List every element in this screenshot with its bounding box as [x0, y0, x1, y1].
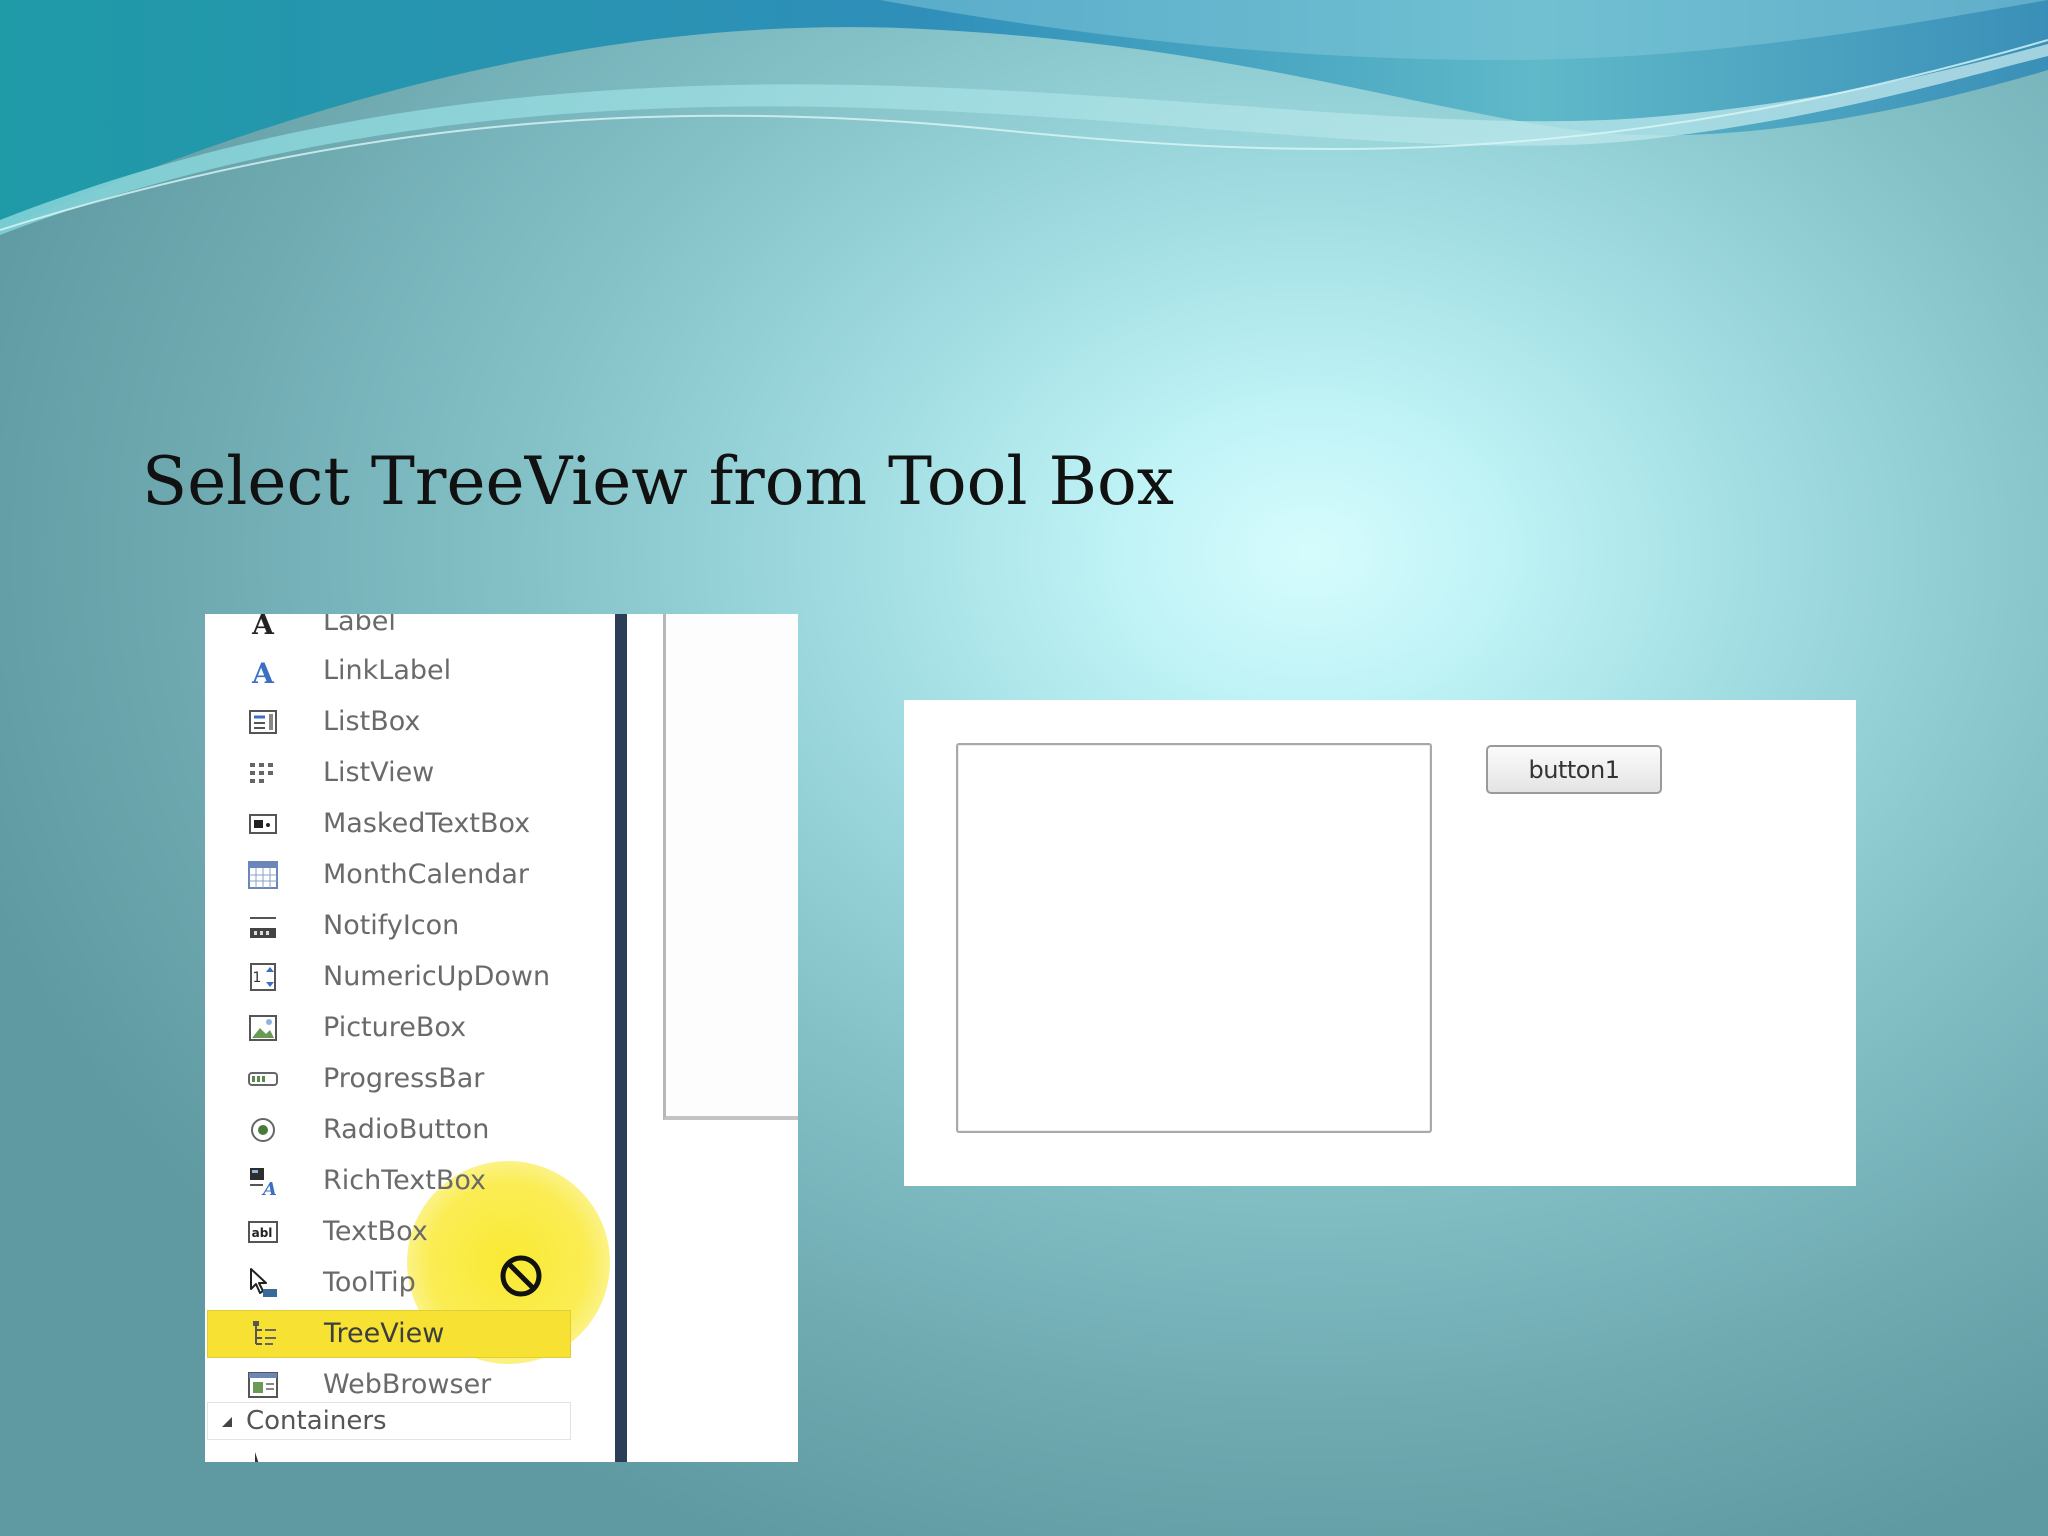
button1-control[interactable]: button1 [1486, 745, 1662, 794]
label-a-icon: A [251, 614, 275, 638]
toolbox-item-label[interactable]: A Label [205, 614, 615, 646]
toolbox-item-label-text: ListView [323, 757, 435, 788]
calendar-grid-icon [248, 861, 278, 889]
svg-text:A: A [261, 1179, 277, 1197]
toolbox-item-pointer-partial[interactable] [205, 1440, 615, 1462]
toolbox-group-containers[interactable]: Containers [207, 1402, 571, 1440]
toolbox-item-textbox[interactable]: abl TextBox [205, 1208, 615, 1256]
svg-text:1: 1 [253, 970, 262, 986]
toolbox-item-label-text: ListBox [323, 706, 421, 737]
toolbox-item-listview[interactable]: ListView [205, 749, 615, 797]
toolbox-item-tooltip[interactable]: ToolTip [205, 1259, 615, 1307]
toolbox-item-monthcalendar[interactable]: MonthCalendar [205, 851, 615, 899]
slide-title: Select TreeView from Tool Box [142, 443, 1174, 520]
toolbox-item-notifyicon[interactable]: NotifyIcon [205, 902, 615, 950]
svg-text:abl: abl [252, 1226, 273, 1240]
no-drop-cursor-icon [500, 1255, 542, 1297]
pointer-arrow-icon [255, 1452, 259, 1462]
toolbox-item-label-text: NotifyIcon [323, 910, 460, 941]
webbrowser-icon [248, 1372, 278, 1398]
toolbox-splitter[interactable] [615, 614, 627, 1462]
svg-text:A: A [251, 614, 275, 638]
toolbox-item-linklabel[interactable]: A LinkLabel [205, 647, 615, 695]
listview-icon [250, 763, 273, 783]
toolbox-item-numericupdown[interactable]: 1 NumericUpDown [205, 953, 615, 1001]
slide: Select TreeView from Tool Box A Label A … [0, 0, 2048, 1536]
linklabel-a-icon: A [251, 657, 275, 687]
treeview-icon [253, 1321, 276, 1345]
toolbox-item-label-text: ProgressBar [323, 1063, 485, 1094]
radio-icon [251, 1118, 275, 1142]
toolbox-list: A Label A LinkLabel ListBox ListView Mas… [205, 614, 615, 1462]
toolbox-item-label-text: RadioButton [323, 1114, 490, 1145]
toolbox-item-label-text: LinkLabel [323, 655, 452, 686]
designer-surface-edge [663, 614, 798, 1120]
picture-icon [249, 1015, 277, 1041]
splitter-gap [627, 614, 643, 1462]
toolbox-item-label-text: ToolTip [323, 1267, 416, 1298]
toolbox-item-maskedtextbox[interactable]: MaskedTextBox [205, 800, 615, 848]
toolbox-item-label-text: RichTextBox [323, 1165, 487, 1196]
toolbox-item-label-text: NumericUpDown [323, 961, 551, 992]
tooltip-pointer-icon [250, 1268, 277, 1297]
toolbox-item-label-text: Label [323, 614, 396, 637]
form-designer-screenshot: button1 [904, 700, 1856, 1186]
maskedtextbox-icon [249, 814, 277, 834]
toolbox-item-treeview[interactable]: TreeView [207, 1310, 571, 1358]
toolbox-item-picturebox[interactable]: PictureBox [205, 1004, 615, 1052]
richtext-icon: A [250, 1168, 277, 1197]
toolbox-item-label-text: WebBrowser [323, 1369, 492, 1400]
notify-tray-icon [250, 917, 276, 938]
header-wave-decoration [0, 0, 2048, 235]
listbox-icon [249, 710, 277, 734]
toolbox-item-label-text: TextBox [323, 1216, 428, 1247]
toolbox-item-richtextbox[interactable]: A RichTextBox [205, 1157, 615, 1205]
toolbox-item-progressbar[interactable]: ProgressBar [205, 1055, 615, 1103]
toolbox-item-label-text: MonthCalendar [323, 859, 530, 890]
textbox-abl-icon: abl [248, 1221, 278, 1243]
toolbox-item-radiobutton[interactable]: RadioButton [205, 1106, 615, 1154]
progressbar-icon [248, 1072, 278, 1086]
svg-text:A: A [251, 657, 275, 687]
expand-triangle-icon [222, 1417, 232, 1427]
toolbox-group-label: Containers [246, 1406, 387, 1436]
toolbox-item-label-text: MaskedTextBox [323, 808, 531, 839]
toolbox-item-listbox[interactable]: ListBox [205, 698, 615, 746]
toolbox-item-label-text: PictureBox [323, 1012, 467, 1043]
empty-panel[interactable] [956, 743, 1432, 1133]
numeric-updown-icon: 1 [250, 963, 276, 991]
toolbox-screenshot: A Label A LinkLabel ListBox ListView Mas… [205, 614, 798, 1462]
toolbox-item-label-text: TreeView [324, 1318, 445, 1349]
